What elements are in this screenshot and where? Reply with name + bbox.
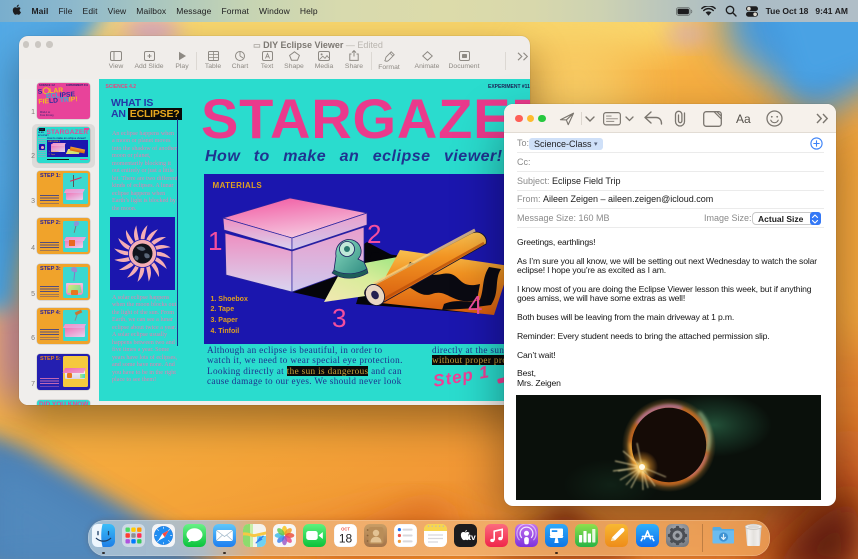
svg-text:18: 18 (338, 531, 352, 545)
svg-text:2: 2 (367, 219, 381, 249)
svg-text:tv: tv (468, 532, 476, 542)
svg-text:3: 3 (332, 303, 346, 333)
svg-text:1: 1 (208, 226, 222, 256)
svg-text:4: 4 (468, 290, 482, 320)
